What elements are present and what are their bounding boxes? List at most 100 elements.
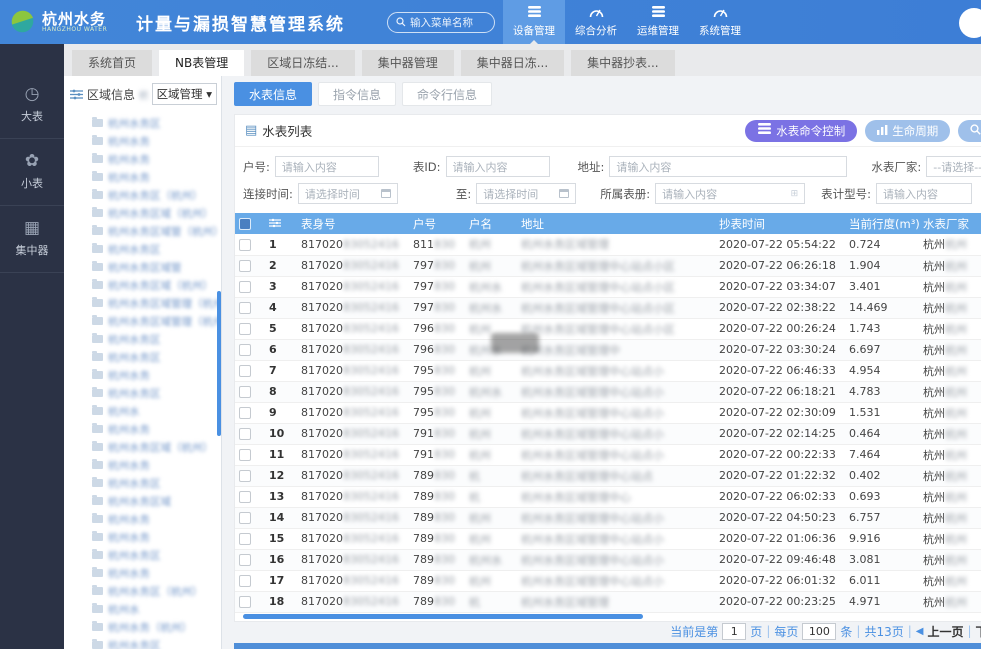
table-hscrollbar-thumb[interactable] — [243, 614, 643, 619]
tree-node[interactable]: 杭州水务区域管理（杭州） — [92, 312, 221, 330]
column-header-当前行度(m³)[interactable]: 当前行度(m³) — [845, 213, 919, 234]
tree-node[interactable]: 杭州水务 — [92, 510, 221, 528]
row-checkbox[interactable] — [239, 407, 251, 419]
tree-node[interactable]: 杭州水务 — [92, 420, 221, 438]
tree-node[interactable]: 杭州水务 — [92, 132, 221, 150]
row-checkbox[interactable] — [239, 575, 251, 587]
row-checkbox[interactable] — [239, 302, 251, 314]
tab-集中器抄表...[interactable]: 集中器抄表... — [571, 50, 674, 76]
连接时间-field[interactable]: 请选择时间 — [298, 183, 398, 204]
所属表册-field[interactable]: 请输入内容⊞ — [655, 183, 805, 204]
tree-node[interactable]: 杭州水务区（杭州） — [92, 582, 221, 600]
tree-node[interactable]: 杭州水务区（杭州） — [92, 186, 221, 204]
column-header-户名[interactable]: 户名 — [465, 213, 517, 234]
户号-field[interactable]: 请输入内容 — [275, 156, 379, 177]
水表厂家-field[interactable]: --请选择--▾ — [926, 156, 981, 177]
row-checkbox[interactable] — [239, 512, 251, 524]
tree-node[interactable]: 杭州水务区 — [92, 114, 221, 132]
row-checkbox[interactable] — [239, 239, 251, 251]
row-checkbox[interactable] — [239, 260, 251, 272]
select-all-checkbox[interactable] — [239, 218, 251, 230]
subtab-水表信息[interactable]: 水表信息 — [234, 82, 312, 106]
menu-search-input[interactable]: 输入菜单名称 — [387, 12, 495, 33]
row-checkbox[interactable] — [239, 491, 251, 503]
row-checkbox[interactable] — [239, 470, 251, 482]
row-checkbox[interactable] — [239, 596, 251, 608]
tab-集中器管理[interactable]: 集中器管理 — [362, 50, 454, 76]
sidebar-item-大表[interactable]: ◷大表 — [0, 72, 64, 139]
main-area: 水表信息指令信息命令行信息 ▤ 水表列表 水表命令控制生命周期查询 户号:请输入… — [222, 76, 981, 649]
nav-item-设备管理[interactable]: 设备管理 — [503, 0, 565, 44]
tree-node[interactable]: 杭州水务 — [92, 456, 221, 474]
tree-scrollbar[interactable] — [217, 291, 221, 436]
region-mode-select[interactable]: 区域管理 ▾ — [152, 83, 217, 105]
nav-item-运维管理[interactable]: 运维管理 — [627, 0, 689, 44]
address-cell: 杭州水务区域管理中心站点小区 — [517, 297, 715, 318]
row-select-cell — [235, 255, 265, 276]
tree-node[interactable]: 杭州水务区 — [92, 240, 221, 258]
sidebar-item-小表[interactable]: ✿小表 — [0, 139, 64, 206]
tree-node[interactable]: 杭州水务区 — [92, 330, 221, 348]
customer-name-cell: 杭州水 — [465, 297, 517, 318]
至-field[interactable]: 请选择时间 — [476, 183, 576, 204]
地址-field[interactable]: 请输入内容 — [609, 156, 847, 177]
column-header-户号[interactable]: 户号 — [409, 213, 465, 234]
tree-node[interactable]: 杭州水务区域管理（杭州） — [92, 294, 221, 312]
row-checkbox[interactable] — [239, 386, 251, 398]
tree-node[interactable]: 杭州水 — [92, 600, 221, 618]
subtab-命令行信息[interactable]: 命令行信息 — [402, 82, 492, 106]
表ID-field[interactable]: 请输入内容 — [446, 156, 550, 177]
prev-page-button[interactable]: 上一页 — [927, 623, 963, 640]
sidebar-item-集中器[interactable]: ▦集中器 — [0, 206, 64, 273]
查询-button[interactable]: 查询 — [958, 120, 981, 142]
address-cell: 杭州水务区域管理中心站点 — [517, 465, 715, 486]
tab-区域日冻结...[interactable]: 区域日冻结... — [251, 50, 354, 76]
tree-node[interactable]: 杭州水务 — [92, 168, 221, 186]
tree-node[interactable]: 杭州水务区 — [92, 474, 221, 492]
column-header-水表厂家[interactable]: 水表厂家 — [919, 213, 981, 234]
row-checkbox[interactable] — [239, 365, 251, 377]
subtab-指令信息[interactable]: 指令信息 — [318, 82, 396, 106]
row-checkbox[interactable] — [239, 533, 251, 545]
column-header-抄表时间[interactable]: 抄表时间 — [715, 213, 845, 234]
tab-集中器日冻...[interactable]: 集中器日冻... — [461, 50, 564, 76]
tree-node[interactable]: 杭州水务 — [92, 564, 221, 582]
tree-node[interactable]: 杭州水 — [92, 402, 221, 420]
next-page-button[interactable]: 下一页 — [976, 623, 981, 640]
row-checkbox[interactable] — [239, 344, 251, 356]
tab-NB表管理[interactable]: NB表管理 — [159, 50, 244, 76]
表计型号-field[interactable]: 请输入内容 — [876, 183, 972, 204]
column-header-地址[interactable]: 地址 — [517, 213, 715, 234]
tree-node[interactable]: 杭州水务 — [92, 366, 221, 384]
row-checkbox[interactable] — [239, 428, 251, 440]
row-checkbox[interactable] — [239, 281, 251, 293]
tree-node[interactable]: 杭州水务区 — [92, 636, 221, 649]
tree-node[interactable]: 杭州水务 — [92, 150, 221, 168]
tree-node[interactable]: 杭州水务 — [92, 528, 221, 546]
tree-node[interactable]: 杭州水务区域（杭州） — [92, 204, 221, 222]
row-checkbox[interactable] — [239, 323, 251, 335]
column-header-表身号[interactable]: 表身号 — [297, 213, 409, 234]
nav-item-综合分析[interactable]: 综合分析 — [565, 0, 627, 44]
生命周期-button[interactable]: 生命周期 — [865, 120, 950, 142]
table-row: 1881702083052416789830杭杭州水务区域管理2020-07-2… — [235, 591, 981, 612]
tree-title-redacted: 杭州 — [139, 87, 148, 102]
tree-node[interactable]: 杭州水务区 — [92, 546, 221, 564]
tree-node[interactable]: 杭州水务区域管（杭州） — [92, 222, 221, 240]
nav-item-系统管理[interactable]: 系统管理 — [689, 0, 751, 44]
tree-node[interactable]: 杭州水务区域（杭州） — [92, 276, 221, 294]
tree-node[interactable]: 杭州水务区域（杭州） — [92, 438, 221, 456]
tab-系统首页[interactable]: 系统首页 — [72, 50, 152, 76]
tree-node[interactable]: 杭州水务区域管 — [92, 258, 221, 276]
tree-node[interactable]: 杭州水务区域 — [92, 492, 221, 510]
avatar[interactable] — [959, 8, 981, 38]
row-checkbox[interactable] — [239, 554, 251, 566]
page-size-input[interactable] — [802, 623, 836, 640]
bottom-scrollbar[interactable] — [234, 643, 981, 649]
水表命令控制-button[interactable]: 水表命令控制 — [745, 120, 857, 142]
page-number-input[interactable] — [722, 623, 746, 640]
tree-node[interactable]: 杭州水务（杭州） — [92, 618, 221, 636]
tree-node[interactable]: 杭州水务区 — [92, 348, 221, 366]
row-checkbox[interactable] — [239, 449, 251, 461]
tree-node[interactable]: 杭州水务区 — [92, 384, 221, 402]
